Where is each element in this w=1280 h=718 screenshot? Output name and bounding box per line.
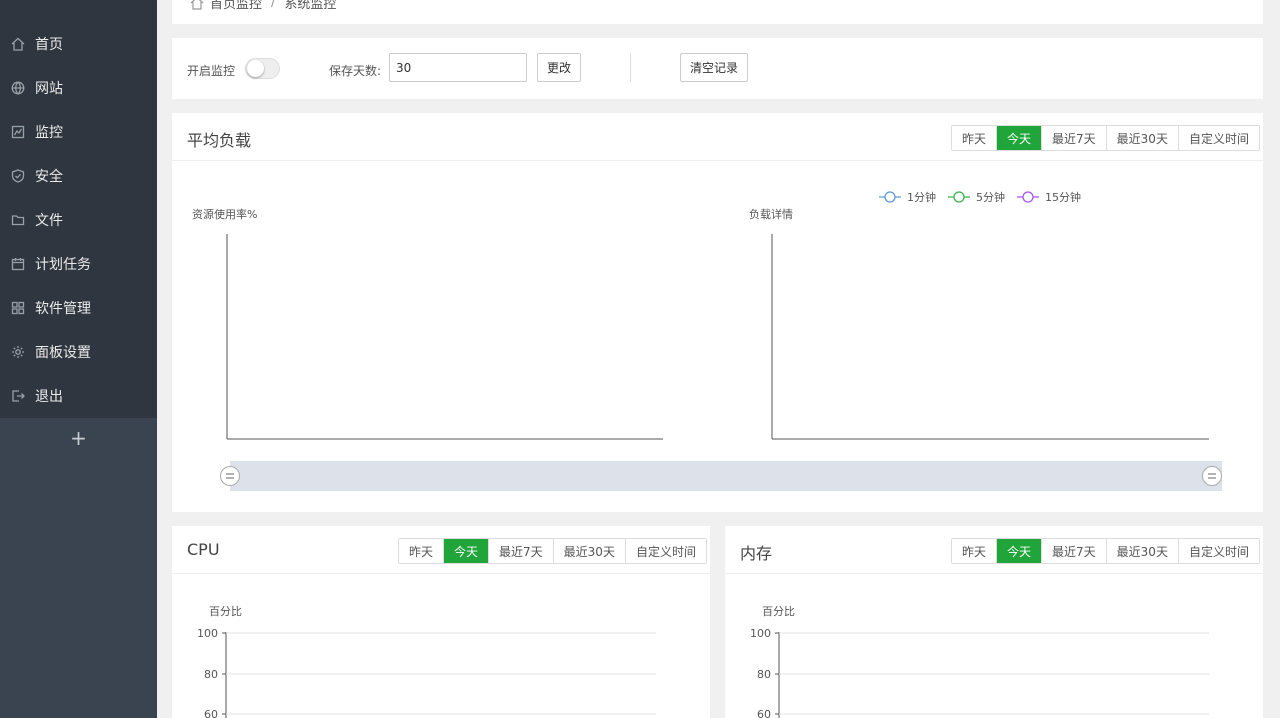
main-content: 首页监控 / 系统监控 开启监控 保存天数: 更改 清空记录 平均负载 昨天 今… [157,0,1280,718]
sidebar-item-security[interactable]: 安全 [0,154,157,198]
legend-item-1min[interactable]: 1分钟 [879,190,936,204]
right-chart-ylabel: 负载详情 [749,207,793,221]
sidebar-item-label: 文件 [35,213,63,229]
sidebar-item-label: 监控 [35,125,63,141]
load-legend: 1分钟 5分钟 15分钟 [879,190,1081,204]
breadcrumb: 首页监控 / 系统监控 [190,0,336,12]
shield-icon [10,168,26,184]
home-icon [10,36,26,52]
sidebar-item-home[interactable]: 首页 [0,22,157,66]
cpu-chart: 百分比 100 80 60 [197,605,656,718]
memory-panel: 内存 昨天 今天 最近7天 最近30天 自定义时间 百分比 100 80 60 [725,526,1263,718]
sidebar-item-files[interactable]: 文件 [0,198,157,242]
cpu-chart-ylabel: 百分比 [209,605,242,618]
breadcrumb-panel: 首页监控 / 系统监控 [172,0,1263,24]
add-shortcut-button[interactable]: + [0,418,157,458]
sidebar-item-monitor[interactable]: 监控 [0,110,157,154]
days-input[interactable] [389,53,527,82]
divider [630,53,631,82]
monitor-toggle[interactable] [245,58,280,79]
sidebar-item-label: 安全 [35,169,63,185]
sidebar-item-label: 计划任务 [35,257,91,273]
memory-tick-label: 80 [757,668,771,681]
sidebar-item-logout[interactable]: 退出 [0,374,157,418]
memory-tick-label: 100 [750,627,771,640]
legend-item-15min[interactable]: 15分钟 [1017,190,1081,204]
days-label: 保存天数: [329,64,382,78]
change-button[interactable]: 更改 [537,53,581,82]
legend-label-1min: 1分钟 [907,190,936,204]
load-average-panel: 平均负载 昨天 今天 最近7天 最近30天 自定义时间 1分钟 5分钟 15分钟… [172,113,1263,512]
memory-tick-label: 60 [757,708,771,718]
monitor-icon [10,124,26,140]
memory-chart-ylabel: 百分比 [762,605,795,618]
breadcrumb-home-link[interactable]: 首页监控 [210,0,262,12]
toggle-knob [247,60,264,77]
home-icon [190,0,204,10]
legend-item-5min[interactable]: 5分钟 [948,190,1005,204]
folder-icon [10,212,26,228]
sidebar-item-settings[interactable]: 面板设置 [0,330,157,374]
load-charts: 1分钟 5分钟 15分钟 资源使用率% 负载详情 [192,190,1222,491]
breadcrumb-current: 系统监控 [284,0,337,12]
clear-records-button[interactable]: 清空记录 [680,53,748,82]
sidebar-item-website[interactable]: 网站 [0,66,157,110]
sidebar-item-cron[interactable]: 计划任务 [0,242,157,286]
sidebar-menu: 首页 网站 监控 安全 文件 计划任务 软件管理 面板设置 退出 [0,0,157,418]
sidebar-item-label: 软件管理 [35,301,91,317]
monitor-controls-panel: 开启监控 保存天数: 更改 清空记录 [172,38,1263,99]
legend-label-15min: 15分钟 [1045,190,1081,204]
left-chart-ylabel: 资源使用率% [192,207,257,221]
cpu-panel: CPU 昨天 今天 最近7天 最近30天 自定义时间 百分比 100 80 60 [172,526,710,718]
memory-chart: 百分比 100 80 60 [750,605,1209,718]
cpu-tick-label: 80 [204,668,218,681]
grid-icon [10,300,26,316]
slider-handle-left[interactable] [220,466,240,486]
sidebar-item-label: 面板设置 [35,345,91,361]
sidebar: 首页 网站 监控 安全 文件 计划任务 软件管理 面板设置 退出 + [0,0,157,718]
breadcrumb-separator: / [271,0,276,10]
calendar-icon [10,256,26,272]
sidebar-item-label: 首页 [35,37,63,53]
sidebar-item-label: 网站 [35,81,63,97]
cpu-tick-label: 100 [197,627,218,640]
gear-icon [10,344,26,360]
monitor-toggle-label: 开启监控 [187,64,236,78]
logout-icon [10,388,26,404]
legend-label-5min: 5分钟 [976,190,1005,204]
time-range-slider-track[interactable] [230,461,1222,491]
sidebar-top-spacer [0,0,157,22]
globe-icon [10,80,26,96]
sidebar-item-software[interactable]: 软件管理 [0,286,157,330]
sidebar-item-label: 退出 [35,389,63,405]
slider-handle-right[interactable] [1202,466,1222,486]
cpu-tick-label: 60 [204,708,218,718]
